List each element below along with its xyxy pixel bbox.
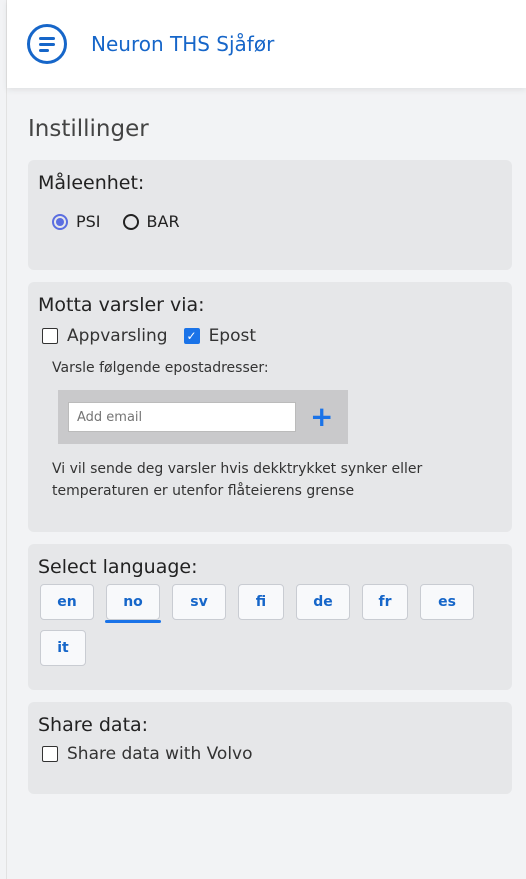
- app-notification-checkbox[interactable]: [42, 328, 58, 344]
- lang-button-de[interactable]: de: [296, 584, 350, 620]
- share-heading: Share data:: [38, 714, 149, 736]
- units-heading: Måleenhet:: [38, 172, 145, 194]
- radio-bar[interactable]: [122, 213, 139, 230]
- radio-bar-label[interactable]: BAR: [147, 212, 180, 231]
- language-options: en no sv fi de fr es it: [40, 584, 502, 676]
- share-data-card: Share data: Share data with Volvo: [28, 702, 512, 794]
- language-card: Select language: en no sv fi de fr es it: [28, 544, 512, 690]
- email-entry-box: +: [58, 390, 348, 444]
- email-notification-label[interactable]: Epost: [209, 326, 256, 346]
- notification-notice: Vi vil sende deg varsler hvis dekktrykke…: [52, 461, 423, 499]
- notifications-card: Motta varsler via: Appvarsling ✓ Epost V…: [28, 282, 512, 532]
- share-data-checkbox[interactable]: [42, 746, 58, 762]
- page-title: Instillinger: [28, 116, 149, 142]
- share-data-label[interactable]: Share data with Volvo: [67, 744, 253, 764]
- lang-button-sv[interactable]: sv: [172, 584, 226, 620]
- language-heading: Select language:: [38, 556, 198, 578]
- share-data-row: Share data with Volvo: [42, 744, 502, 764]
- radio-psi[interactable]: [52, 213, 68, 230]
- units-card: Måleenhet: PSI BAR: [28, 160, 512, 270]
- frame-border: [6, 0, 7, 879]
- lang-button-no[interactable]: no: [105, 584, 161, 623]
- notification-channels: Appvarsling ✓ Epost: [42, 326, 502, 346]
- lang-button-en[interactable]: en: [40, 584, 94, 620]
- units-radio-group: PSI BAR: [52, 212, 502, 231]
- lang-button-es[interactable]: es: [420, 584, 474, 620]
- email-notification-checkbox[interactable]: ✓: [183, 328, 200, 344]
- app-notification-label[interactable]: Appvarsling: [67, 326, 168, 346]
- lang-button-fi[interactable]: fi: [238, 584, 284, 620]
- email-input[interactable]: [68, 402, 296, 432]
- app-title: Neuron THS Sjåfør: [91, 32, 275, 56]
- top-bar: Neuron THS Sjåfør: [7, 0, 526, 88]
- lang-button-it[interactable]: it: [40, 630, 86, 666]
- radio-psi-label[interactable]: PSI: [76, 212, 101, 231]
- notifications-heading: Motta varsler via:: [38, 294, 205, 316]
- recipients-label: Varsle følgende epostadresser:: [52, 360, 269, 376]
- add-email-button[interactable]: +: [310, 403, 333, 431]
- lang-button-fr[interactable]: fr: [362, 584, 408, 620]
- menu-list-icon[interactable]: [27, 24, 67, 64]
